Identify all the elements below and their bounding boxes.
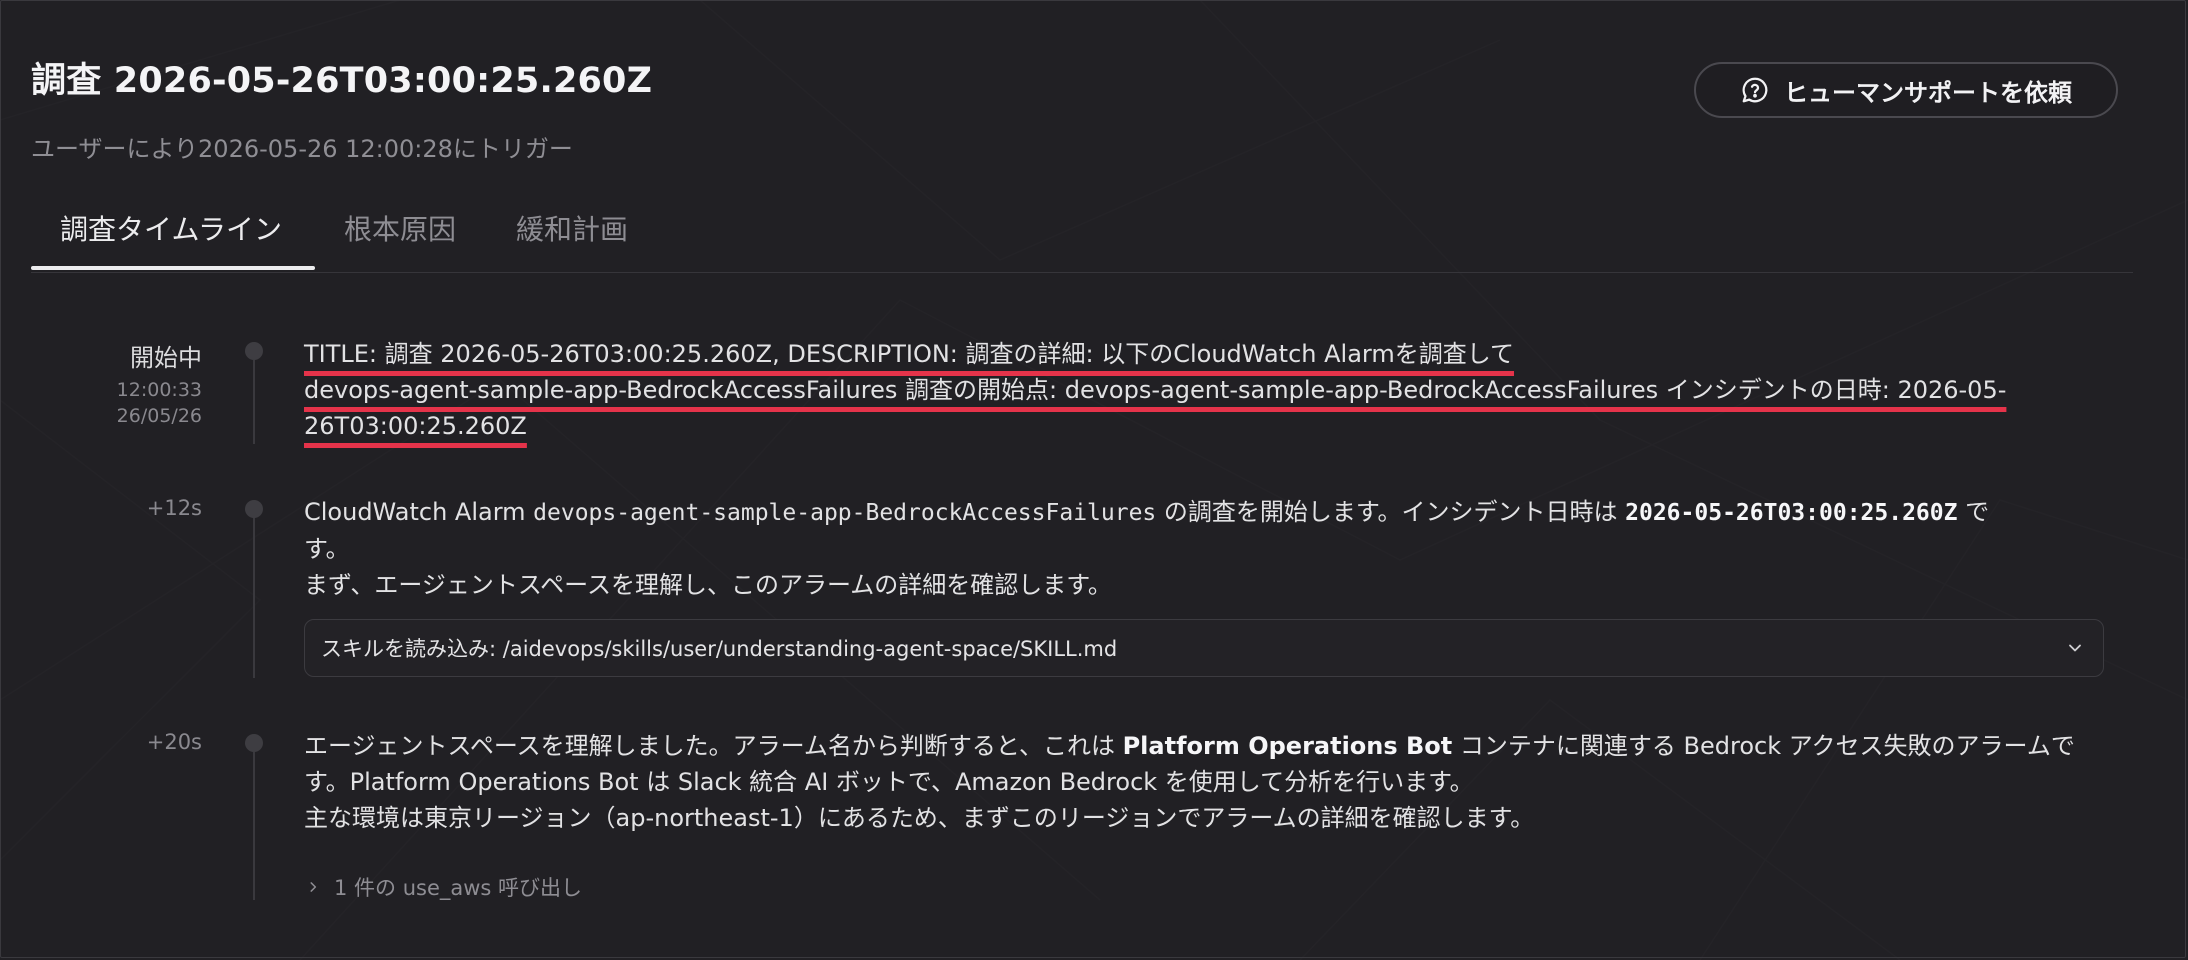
tool-calls-toggle[interactable]: 1 件の use_aws 呼び出し <box>306 872 582 902</box>
message-text: CloudWatch Alarm <box>304 498 534 526</box>
chevron-right-icon <box>310 882 317 892</box>
message-text: コンテナに関連する Bedrock アクセス失敗のアラームで <box>1452 732 2075 760</box>
tab-investigation-timeline[interactable]: 調査タイムライン <box>60 208 282 248</box>
message-text: す。 <box>304 535 350 563</box>
tab-bar: 調査タイムライン 根本原因 緩和計画 <box>31 200 2133 273</box>
event-text-line: devops-agent-sample-app-BedrockAccessFai… <box>304 376 2007 404</box>
event-description: TITLE: 調査 2026-05-26T03:00:25.260Z, DESC… <box>304 336 2110 444</box>
event-relative-time: +12s <box>146 496 202 520</box>
event-text-line: 26T03:00:25.260Z <box>304 412 527 440</box>
message-text: 主な環境は東京リージョン（ap-northeast-1）にあるため、まずこのリー… <box>304 804 1535 832</box>
event-timestamp: +12s <box>147 496 202 520</box>
event-message: CloudWatch Alarm devops-agent-sample-app… <box>304 494 2110 603</box>
event-timestamp: 開始中 12:00:33 26/05/26 <box>117 338 202 429</box>
message-text: まず、エージェントスペースを理解し、このアラームの詳細を確認します。 <box>304 571 1112 599</box>
message-text: す。Platform Operations Bot は Slack 統合 AI … <box>304 768 1474 796</box>
timeline-connector <box>253 752 255 900</box>
timeline-connector <box>253 516 255 678</box>
event-relative-time: +20s <box>146 730 202 754</box>
event-message: エージェントスペースを理解しました。アラーム名から判断すると、これは Platf… <box>304 728 2110 836</box>
alarm-name-code: devops-agent-sample-app-BedrockAccessFai… <box>533 500 1157 526</box>
trigger-info: ユーザーにより2026-05-26 12:00:28にトリガー <box>31 135 573 163</box>
help-button-label: ヒューマンサポートを依頼 <box>1784 78 2072 107</box>
request-human-support-button[interactable]: ヒューマンサポートを依頼 <box>1694 62 2118 118</box>
page-header: 調査 2026-05-26T03:00:25.260Z ユーザーにより2026-… <box>31 52 652 164</box>
timeline-dot <box>245 500 263 518</box>
timeline-connector <box>253 360 255 444</box>
timeline-dot <box>245 342 263 360</box>
question-chat-icon <box>1742 77 1768 103</box>
event-timestamp: +20s <box>147 730 202 754</box>
event-date: 26/05/26 <box>116 405 202 427</box>
event-time: 12:00:33 <box>116 379 202 401</box>
active-tab-indicator <box>31 266 315 270</box>
event-status: 開始中 <box>130 344 202 372</box>
bot-name: Platform Operations Bot <box>1122 732 1453 760</box>
skill-load-expander[interactable]: スキルを読み込み: /aidevops/skills/user/understa… <box>304 619 2104 677</box>
tool-calls-label: 1 件の use_aws 呼び出し <box>334 876 583 900</box>
message-text: エージェントスペースを理解しました。アラーム名から判断すると、これは <box>304 732 1123 760</box>
chevron-down-icon <box>2069 644 2081 652</box>
message-text: で <box>1957 498 1990 526</box>
skill-load-label: スキルを読み込み: /aidevops/skills/user/understa… <box>321 637 1118 661</box>
timeline-dot <box>245 734 263 752</box>
page-title: 調査 2026-05-26T03:00:25.260Z <box>31 61 653 101</box>
incident-datetime-code: 2026-05-26T03:00:25.260Z <box>1625 500 1958 526</box>
event-text-line: TITLE: 調査 2026-05-26T03:00:25.260Z, DESC… <box>304 340 1515 368</box>
tab-root-cause[interactable]: 根本原因 <box>344 208 456 248</box>
tab-mitigation-plan[interactable]: 緩和計画 <box>516 208 628 248</box>
message-text: の調査を開始します。インシデント日時は <box>1156 498 1626 526</box>
